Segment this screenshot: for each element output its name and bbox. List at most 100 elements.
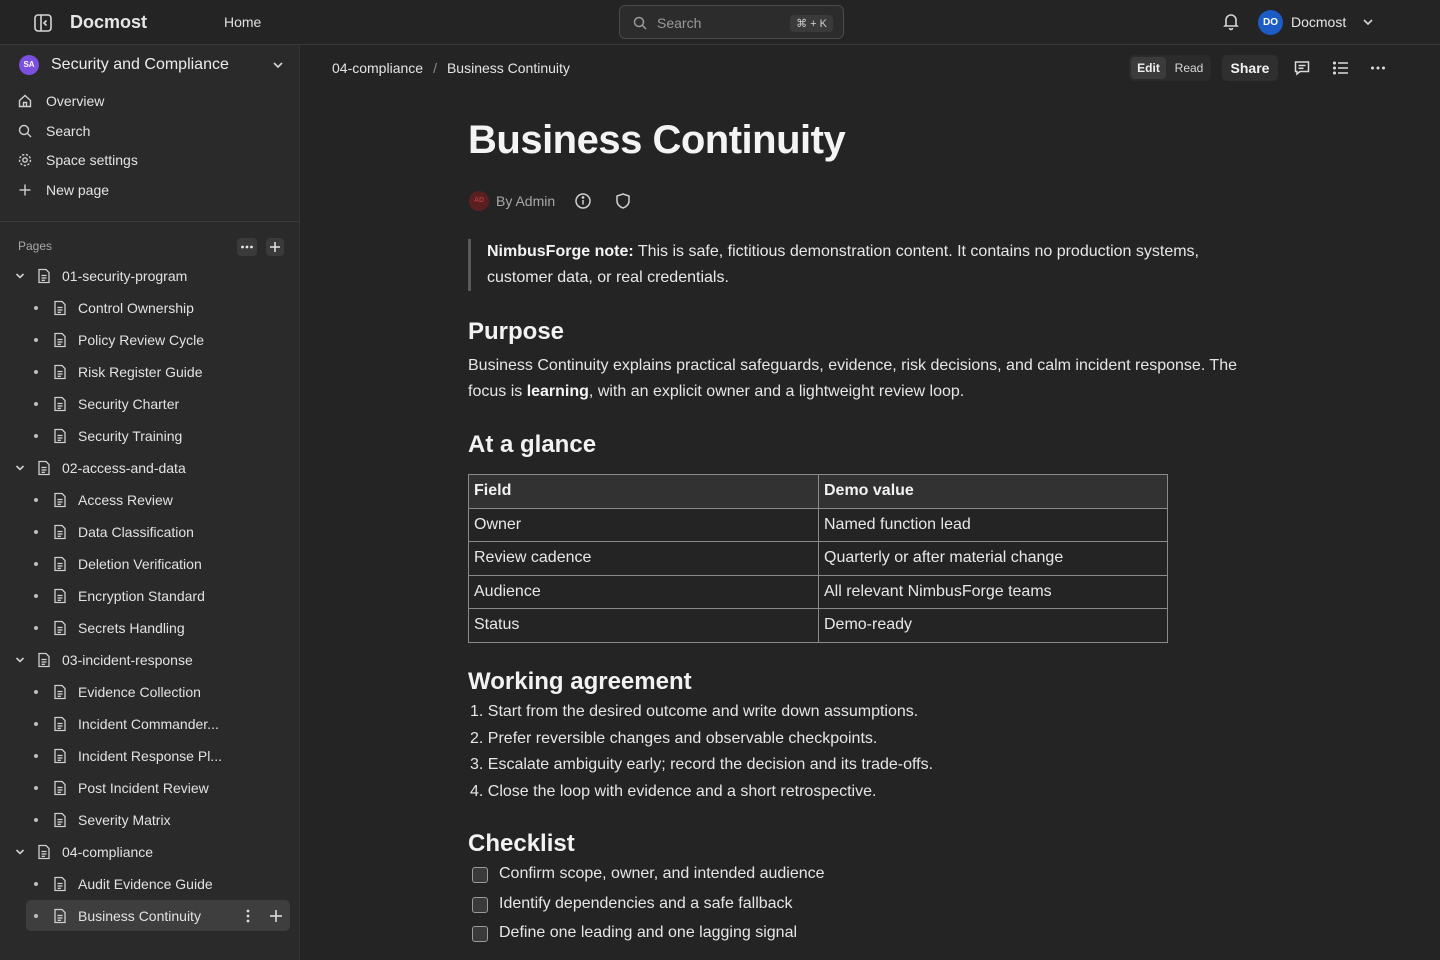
tree-item-label: Access Review (78, 492, 173, 508)
checkbox[interactable] (472, 867, 488, 883)
chevron-down-icon[interactable] (14, 846, 26, 858)
tree-item[interactable]: Security Training (0, 420, 299, 452)
share-button[interactable]: Share (1222, 55, 1278, 81)
tree-item[interactable]: Data Classification (0, 516, 299, 548)
bullet-icon (34, 914, 38, 918)
notifications-bell-icon[interactable] (1221, 11, 1241, 31)
shield-icon[interactable] (614, 192, 632, 210)
chevron-down-icon[interactable] (14, 462, 26, 474)
search-bar[interactable]: Search ⌘ + K (619, 5, 844, 39)
at-a-glance-heading[interactable]: At a glance (468, 431, 596, 459)
info-icon[interactable] (574, 192, 592, 210)
table-cell[interactable]: Review cadence (468, 541, 819, 576)
table-cell[interactable]: Demo-ready (818, 608, 1168, 643)
tree-item[interactable]: Access Review (0, 484, 299, 516)
tree-folder[interactable]: 02-access-and-data (0, 452, 299, 484)
table-cell[interactable]: Audience (468, 574, 819, 609)
tree-item[interactable]: Incident Commander... (0, 708, 299, 740)
comments-icon[interactable] (1293, 59, 1311, 77)
sidebar-toggle-icon[interactable] (32, 12, 54, 34)
checklist-item-label[interactable]: Confirm scope, owner, and intended audie… (499, 865, 825, 883)
checklist-item-label[interactable]: Identify dependencies and a safe fallbac… (499, 895, 793, 913)
tree-item[interactable]: Encryption Standard (0, 580, 299, 612)
sidebar-item-overview[interactable]: Overview (0, 87, 299, 115)
tree-item[interactable]: Policy Review Cycle (0, 324, 299, 356)
list-item[interactable]: 1. Start from the desired outcome and wr… (470, 699, 933, 726)
document-icon (53, 748, 67, 764)
purpose-paragraph[interactable]: Business Continuity explains practical s… (468, 353, 1268, 405)
add-page-icon[interactable] (266, 238, 284, 256)
tree-item[interactable]: Control Ownership (0, 292, 299, 324)
table-cell[interactable]: Quarterly or after material change (818, 541, 1168, 576)
tree-folder[interactable]: 03-incident-response (0, 644, 299, 676)
tree-item[interactable]: Post Incident Review (0, 772, 299, 804)
app-title[interactable]: Docmost (70, 12, 147, 33)
bullet-icon (34, 818, 38, 822)
tree-item[interactable]: Deletion Verification (0, 548, 299, 580)
chevron-down-icon[interactable] (14, 654, 26, 666)
tree-item[interactable]: Security Charter (0, 388, 299, 420)
tree-item-active[interactable]: Business Continuity (0, 900, 299, 932)
page-title[interactable]: Business Continuity (468, 118, 846, 163)
table-cell[interactable]: All relevant NimbusForge teams (818, 574, 1168, 609)
note-callout[interactable]: NimbusForge note: This is safe, fictitio… (468, 239, 1248, 291)
edit-mode-button[interactable]: Edit (1131, 57, 1166, 79)
sidebar-item-space-settings[interactable]: Space settings (0, 146, 299, 174)
at-a-glance-table[interactable]: Field Demo value Owner Named function lea… (468, 474, 1168, 643)
checkbox[interactable] (472, 926, 488, 942)
table-cell[interactable]: Status (468, 608, 819, 643)
search-shortcut: ⌘ + K (790, 15, 833, 32)
tree-item-label: Incident Response Pl... (78, 748, 222, 764)
tree-item[interactable]: Severity Matrix (0, 804, 299, 836)
document-icon (53, 780, 67, 796)
pages-more-icon[interactable] (237, 238, 257, 256)
sidebar-item-search[interactable]: Search (0, 117, 299, 145)
breadcrumb-item-current[interactable]: Business Continuity (447, 60, 570, 76)
space-switcher[interactable]: SA Security and Compliance (0, 45, 299, 85)
checklist-heading[interactable]: Checklist (468, 830, 575, 858)
document-icon (53, 908, 67, 924)
table-of-contents-icon[interactable] (1332, 59, 1350, 77)
tree-item[interactable]: Audit Evidence Guide (0, 868, 299, 900)
tree-item-label: Business Continuity (78, 908, 201, 924)
top-bar: Docmost Home Search ⌘ + K DO Docmost (0, 0, 1440, 45)
list-item[interactable]: 4. Close the loop with evidence and a sh… (470, 779, 933, 806)
home-link[interactable]: Home (224, 14, 261, 30)
page-more-icon[interactable] (240, 908, 256, 924)
chevron-down-icon[interactable] (1361, 15, 1375, 29)
list-item[interactable]: 2. Prefer reversible changes and observa… (470, 726, 933, 753)
callout-label: NimbusForge note: (487, 243, 634, 260)
table-row: Status Demo-ready (468, 608, 1168, 643)
add-subpage-icon[interactable] (268, 908, 284, 924)
tree-item[interactable]: Risk Register Guide (0, 356, 299, 388)
sidebar-item-label: New page (46, 182, 110, 198)
table-cell[interactable]: Owner (468, 507, 819, 542)
sidebar-item-label: Space settings (46, 152, 138, 168)
chevron-down-icon[interactable] (14, 270, 26, 282)
working-agreement-heading[interactable]: Working agreement (468, 668, 692, 696)
purpose-heading[interactable]: Purpose (468, 318, 564, 346)
checklist-item-label[interactable]: Define one leading and one lagging signa… (499, 924, 797, 942)
document-icon (53, 876, 67, 892)
tree-item[interactable]: Incident Response Pl... (0, 740, 299, 772)
breadcrumb-item[interactable]: 04-compliance (332, 60, 423, 76)
tree-item-label: Severity Matrix (78, 812, 171, 828)
tree-item-label: Data Classification (78, 524, 194, 540)
checkbox[interactable] (472, 897, 488, 913)
list-item[interactable]: 3. Escalate ambiguity early; record the … (470, 752, 933, 779)
bullet-icon (34, 722, 38, 726)
user-avatar[interactable]: DO (1258, 10, 1283, 35)
read-mode-button[interactable]: Read (1172, 57, 1206, 79)
more-options-icon[interactable] (1369, 59, 1387, 77)
bullet-icon (34, 498, 38, 502)
table-cell[interactable]: Named function lead (818, 507, 1168, 542)
table-header-cell[interactable]: Demo value (818, 474, 1168, 509)
user-menu-name[interactable]: Docmost (1291, 14, 1346, 30)
sidebar-item-new-page[interactable]: New page (0, 176, 299, 204)
table-header-cell[interactable]: Field (468, 474, 819, 509)
tree-item[interactable]: Evidence Collection (0, 676, 299, 708)
tree-folder[interactable]: 04-compliance (0, 836, 299, 868)
tree-item[interactable]: Secrets Handling (0, 612, 299, 644)
tree-folder[interactable]: 01-security-program (0, 260, 299, 292)
working-agreement-list: 1. Start from the desired outcome and wr… (470, 699, 933, 805)
